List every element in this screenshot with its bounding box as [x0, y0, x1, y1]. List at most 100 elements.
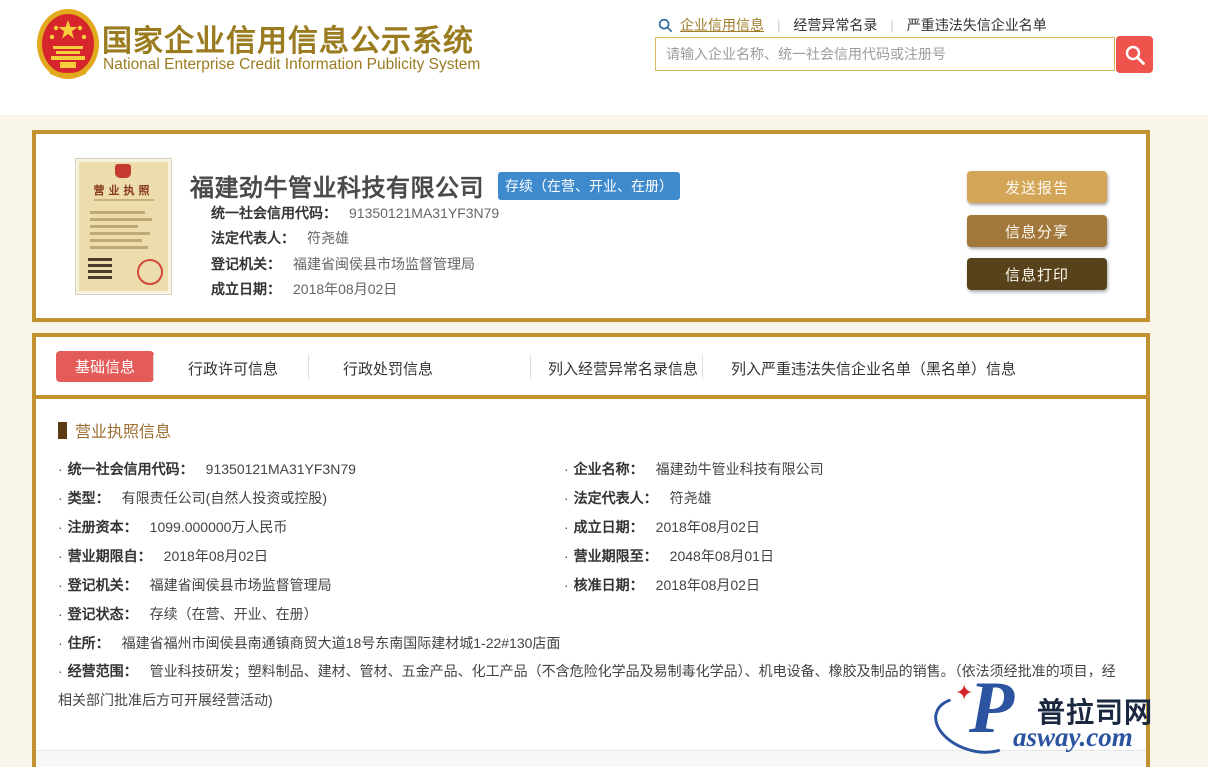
- field-row: · 住所： 福建省福州市闽侯县南通镇商贸大道18号东南国际建材城1-22#130店面: [58, 628, 1120, 657]
- license-thumb-textline: [90, 211, 145, 214]
- site-header: 国家企业信用信息公示系统 National Enterprise Credit …: [0, 0, 1208, 115]
- nav-separator: |: [890, 17, 894, 33]
- field-value: 福建劲牛管业科技有限公司: [655, 460, 824, 477]
- print-info-button[interactable]: 信息打印: [967, 258, 1107, 290]
- field-value: 2018年08月02日: [655, 518, 760, 535]
- search-icon: [658, 18, 673, 33]
- field-label: 登记机关：: [211, 255, 281, 272]
- bullet-dot: ·: [564, 489, 569, 506]
- field-value: 1099.000000万人民币: [149, 518, 288, 535]
- bullet-dot: ·: [58, 634, 63, 651]
- share-info-button[interactable]: 信息分享: [967, 215, 1107, 247]
- bullet-dot: ·: [58, 489, 63, 506]
- summary-field-row: 法定代表人： 符尧雄: [211, 226, 499, 252]
- field-row: · 类型： 有限责任公司(自然人投资或控股) · 法定代表人： 符尧雄: [58, 483, 1120, 512]
- license-fields-grid: · 统一社会信用代码： 91350121MA31YF3N79 · 企业名称： 福建劲牛管…: [58, 454, 1120, 715]
- status-badge: 存续（在营、开业、在册）: [498, 171, 680, 200]
- field-row: · 注册资本： 1099.000000万人民币 · 成立日期： 2018年08月02日: [58, 512, 1120, 541]
- section-title: 营业执照信息: [58, 418, 171, 442]
- tab-blacklist-info[interactable]: 列入严重违法失信企业名单（黑名单）信息: [731, 358, 1016, 379]
- license-thumb-title: 营业执照: [93, 185, 154, 197]
- field-label: 登记状态：: [67, 605, 138, 622]
- business-scope-row: · 经营范围： 管业科技研发；塑料制品、建材、管材、五金产品、化工产品（不含危险化学…: [58, 657, 1120, 715]
- field-label: 成立日期：: [211, 281, 281, 298]
- field-label: 成立日期：: [573, 518, 644, 535]
- section-tabs-bar: 基础信息 行政许可信息 行政处罚信息 列入经营异常名录信息 列入严重违法失信企业…: [32, 333, 1150, 399]
- business-license-thumbnail[interactable]: 营业执照: [75, 158, 172, 295]
- field-row: · 营业期限自： 2018年08月02日 · 营业期限至： 2048年08月01日: [58, 541, 1120, 570]
- field-value: 2018年08月02日: [163, 547, 268, 564]
- field-value: 2018年08月02日: [655, 576, 760, 593]
- tab-separator: [530, 355, 531, 379]
- nav-abnormal-operations-list[interactable]: 经营异常名录: [793, 15, 877, 35]
- search-input[interactable]: [655, 37, 1115, 71]
- field-label: 统一社会信用代码：: [67, 460, 194, 477]
- search-button[interactable]: [1116, 36, 1153, 73]
- tab-separator: [702, 355, 703, 379]
- field-label: 法定代表人：: [573, 489, 658, 506]
- field-value: 福建省闽侯县市场监督管理局: [149, 576, 332, 593]
- field-label: 企业名称：: [573, 460, 644, 477]
- field-label: 核准日期：: [573, 576, 644, 593]
- field-label: 住所：: [67, 634, 110, 651]
- field-label: 注册资本：: [67, 518, 138, 535]
- tab-separator: [308, 355, 309, 379]
- field-value: 福建省福州市闽侯县南通镇商贸大道18号东南国际建材城1-22#130店面: [121, 634, 561, 651]
- summary-field-row: 登记机关： 福建省闽侯县市场监督管理局: [211, 251, 499, 277]
- field-label: 类型：: [67, 489, 110, 506]
- field-label: 营业期限自：: [67, 547, 152, 564]
- bullet-dot: ·: [58, 460, 63, 477]
- field-row: · 登记机关： 福建省闽侯县市场监督管理局 · 核准日期： 2018年08月02日: [58, 570, 1120, 599]
- bullet-dot: ·: [564, 576, 569, 593]
- site-title: 国家企业信用信息公示系统: [102, 25, 474, 58]
- bullet-dot: ·: [58, 663, 63, 679]
- field-row: · 登记状态： 存续（在营、开业、在册）: [58, 599, 1120, 628]
- field-label: 经营范围：: [67, 663, 138, 679]
- license-qr-code: [88, 255, 112, 279]
- license-thumb-textline: [90, 218, 152, 221]
- field-label: 法定代表人：: [211, 230, 295, 247]
- bullet-dot: ·: [564, 518, 569, 535]
- basic-info-panel: 营业执照信息 · 统一社会信用代码： 91350121MA31YF3N79 · 企业名…: [32, 399, 1150, 767]
- field-label: 营业期限至：: [573, 547, 658, 564]
- summary-field-row: 统一社会信用代码： 91350121MA31YF3N79: [211, 200, 499, 226]
- field-value: 管业科技研发；塑料制品、建材、管材、五金产品、化工产品（不含危险化学品及易制毒化…: [58, 663, 1116, 708]
- company-name: 福建劲牛管业科技有限公司: [190, 175, 484, 202]
- field-value: 91350121MA31YF3N79: [205, 460, 356, 477]
- tab-admin-license-info[interactable]: 行政许可信息: [188, 358, 278, 379]
- field-value: 符尧雄: [669, 489, 712, 506]
- section-marker-icon: [58, 421, 67, 439]
- field-value: 91350121MA31YF3N79: [349, 204, 500, 221]
- bullet-dot: ·: [564, 547, 569, 564]
- nav-serious-violation-list[interactable]: 严重违法失信企业名单: [907, 15, 1047, 35]
- license-thumb-rule: [94, 199, 154, 201]
- bullet-dot: ·: [58, 576, 63, 593]
- field-label: 登记机关：: [67, 576, 138, 593]
- search-icon: [1125, 45, 1145, 65]
- field-value: 2018年08月02日: [293, 281, 398, 298]
- license-thumb-textline: [90, 246, 148, 249]
- tab-basic-info[interactable]: 基础信息: [56, 351, 154, 382]
- nav-separator: |: [777, 17, 781, 33]
- field-value: 符尧雄: [307, 230, 349, 247]
- tab-separator: [153, 355, 154, 379]
- bullet-dot: ·: [58, 605, 63, 622]
- field-value: 2048年08月01日: [669, 547, 774, 564]
- license-thumb-textline: [90, 225, 138, 228]
- national-emblem-logo: [37, 9, 99, 79]
- bullet-dot: ·: [564, 460, 569, 477]
- company-summary-card: 营业执照 福建劲牛管业科技有限公司 存续（在营、开业、在册） 统一社会信用代码：…: [32, 130, 1150, 322]
- field-row: · 统一社会信用代码： 91350121MA31YF3N79 · 企业名称： 福建劲牛管…: [58, 454, 1120, 483]
- license-thumb-textline: [90, 232, 150, 235]
- field-value: 有限责任公司(自然人投资或控股): [121, 489, 327, 506]
- field-value: 福建省闽侯县市场监督管理局: [293, 255, 475, 272]
- license-thumb-textline: [90, 239, 142, 242]
- summary-fields: 统一社会信用代码： 91350121MA31YF3N79 法定代表人： 符尧雄 …: [211, 200, 499, 302]
- tab-admin-penalty-info[interactable]: 行政处罚信息: [343, 358, 433, 379]
- nav-enterprise-credit-info[interactable]: 企业信用信息: [680, 15, 764, 35]
- tab-abnormal-operations-info[interactable]: 列入经营异常名录信息: [548, 358, 698, 379]
- field-label: 统一社会信用代码：: [211, 204, 337, 221]
- field-value: 存续（在营、开业、在册）: [149, 605, 318, 622]
- section-title-text: 营业执照信息: [75, 424, 172, 441]
- send-report-button[interactable]: 发送报告: [967, 171, 1107, 203]
